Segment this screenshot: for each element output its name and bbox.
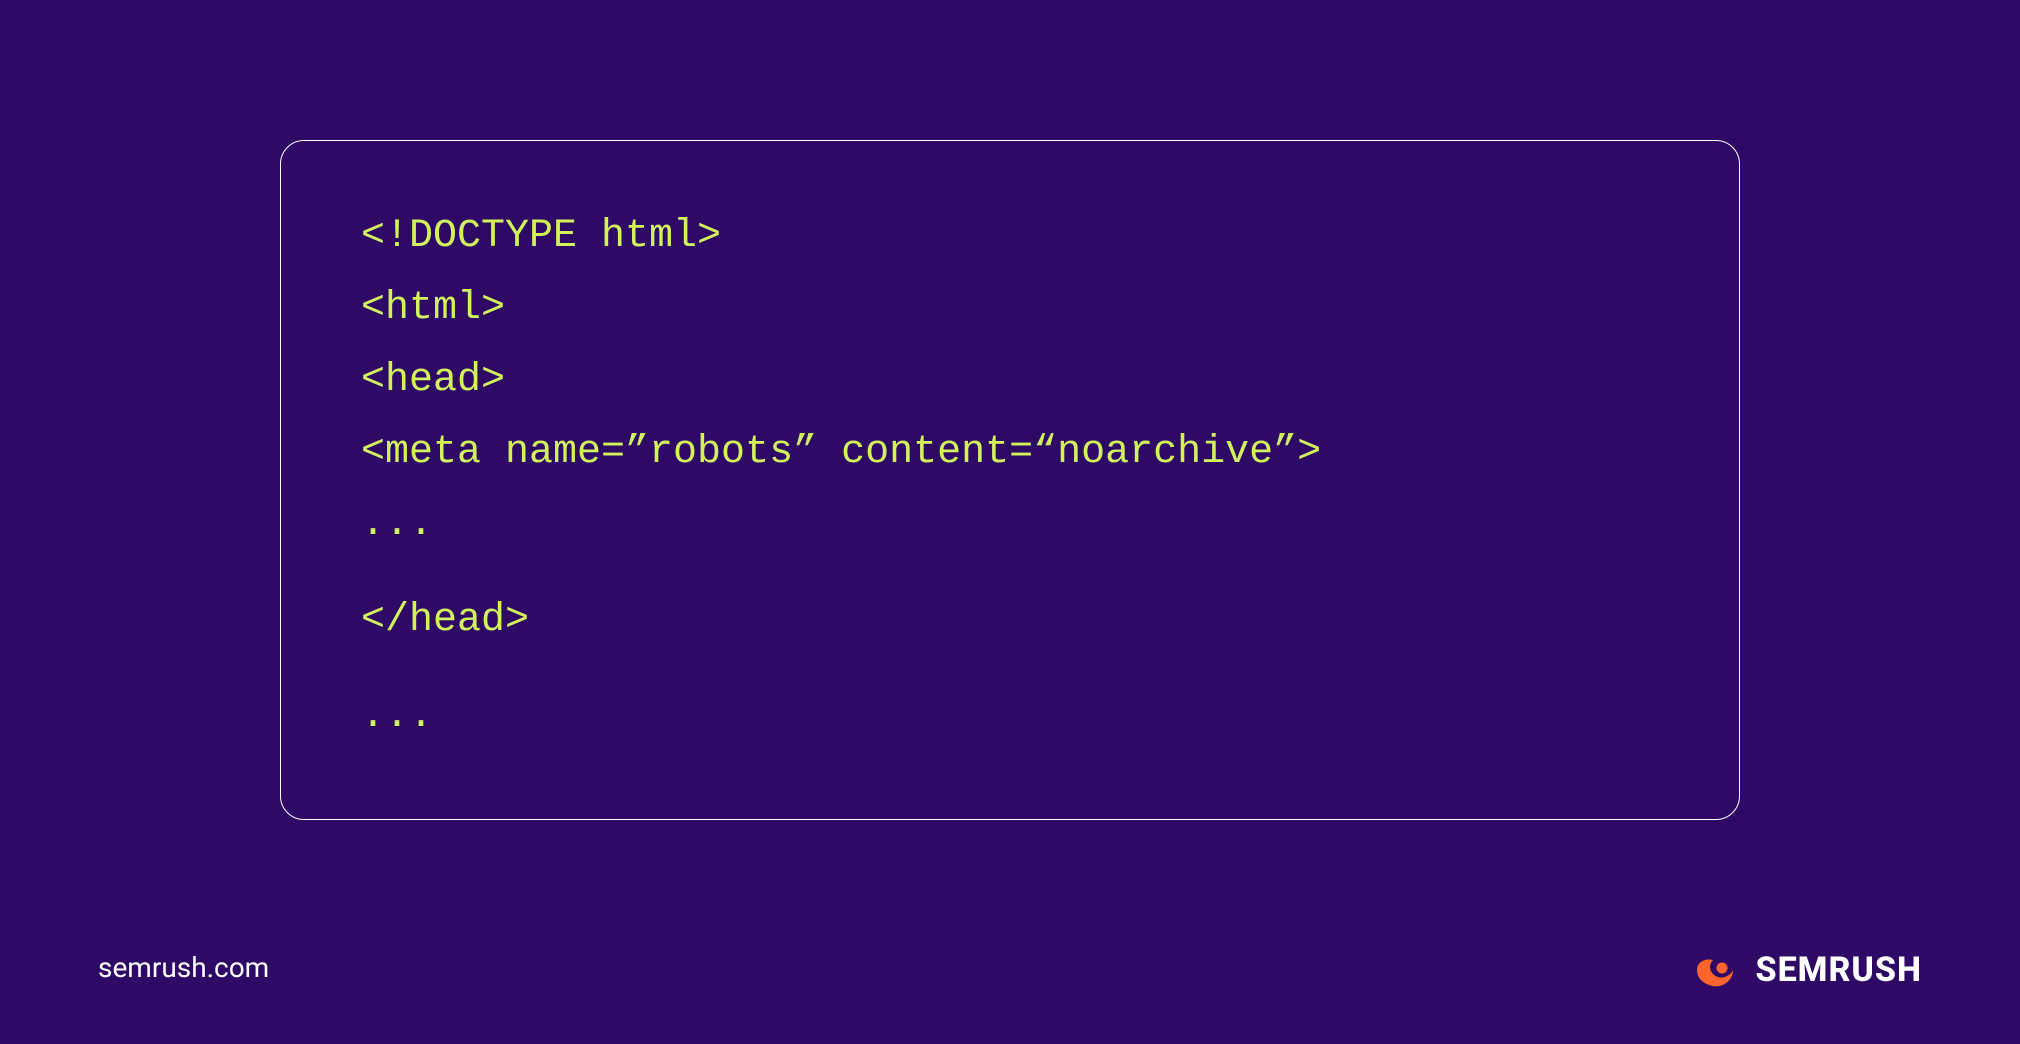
code-line: <meta name=”robots” content=“noarchive”> — [361, 417, 1659, 489]
code-line: ... — [361, 681, 1659, 753]
brand-logo: SEMRUSH — [1689, 944, 1922, 996]
footer-url: semrush.com — [98, 951, 269, 984]
brand-name: SEMRUSH — [1755, 950, 1922, 990]
semrush-icon — [1689, 944, 1741, 996]
code-line: <html> — [361, 273, 1659, 345]
code-line: <!DOCTYPE html> — [361, 201, 1659, 273]
code-line: ... — [361, 489, 1659, 561]
code-line: </head> — [361, 585, 1659, 657]
code-line: <head> — [361, 345, 1659, 417]
code-snippet-box: <!DOCTYPE html> <html> <head> <meta name… — [280, 140, 1740, 820]
